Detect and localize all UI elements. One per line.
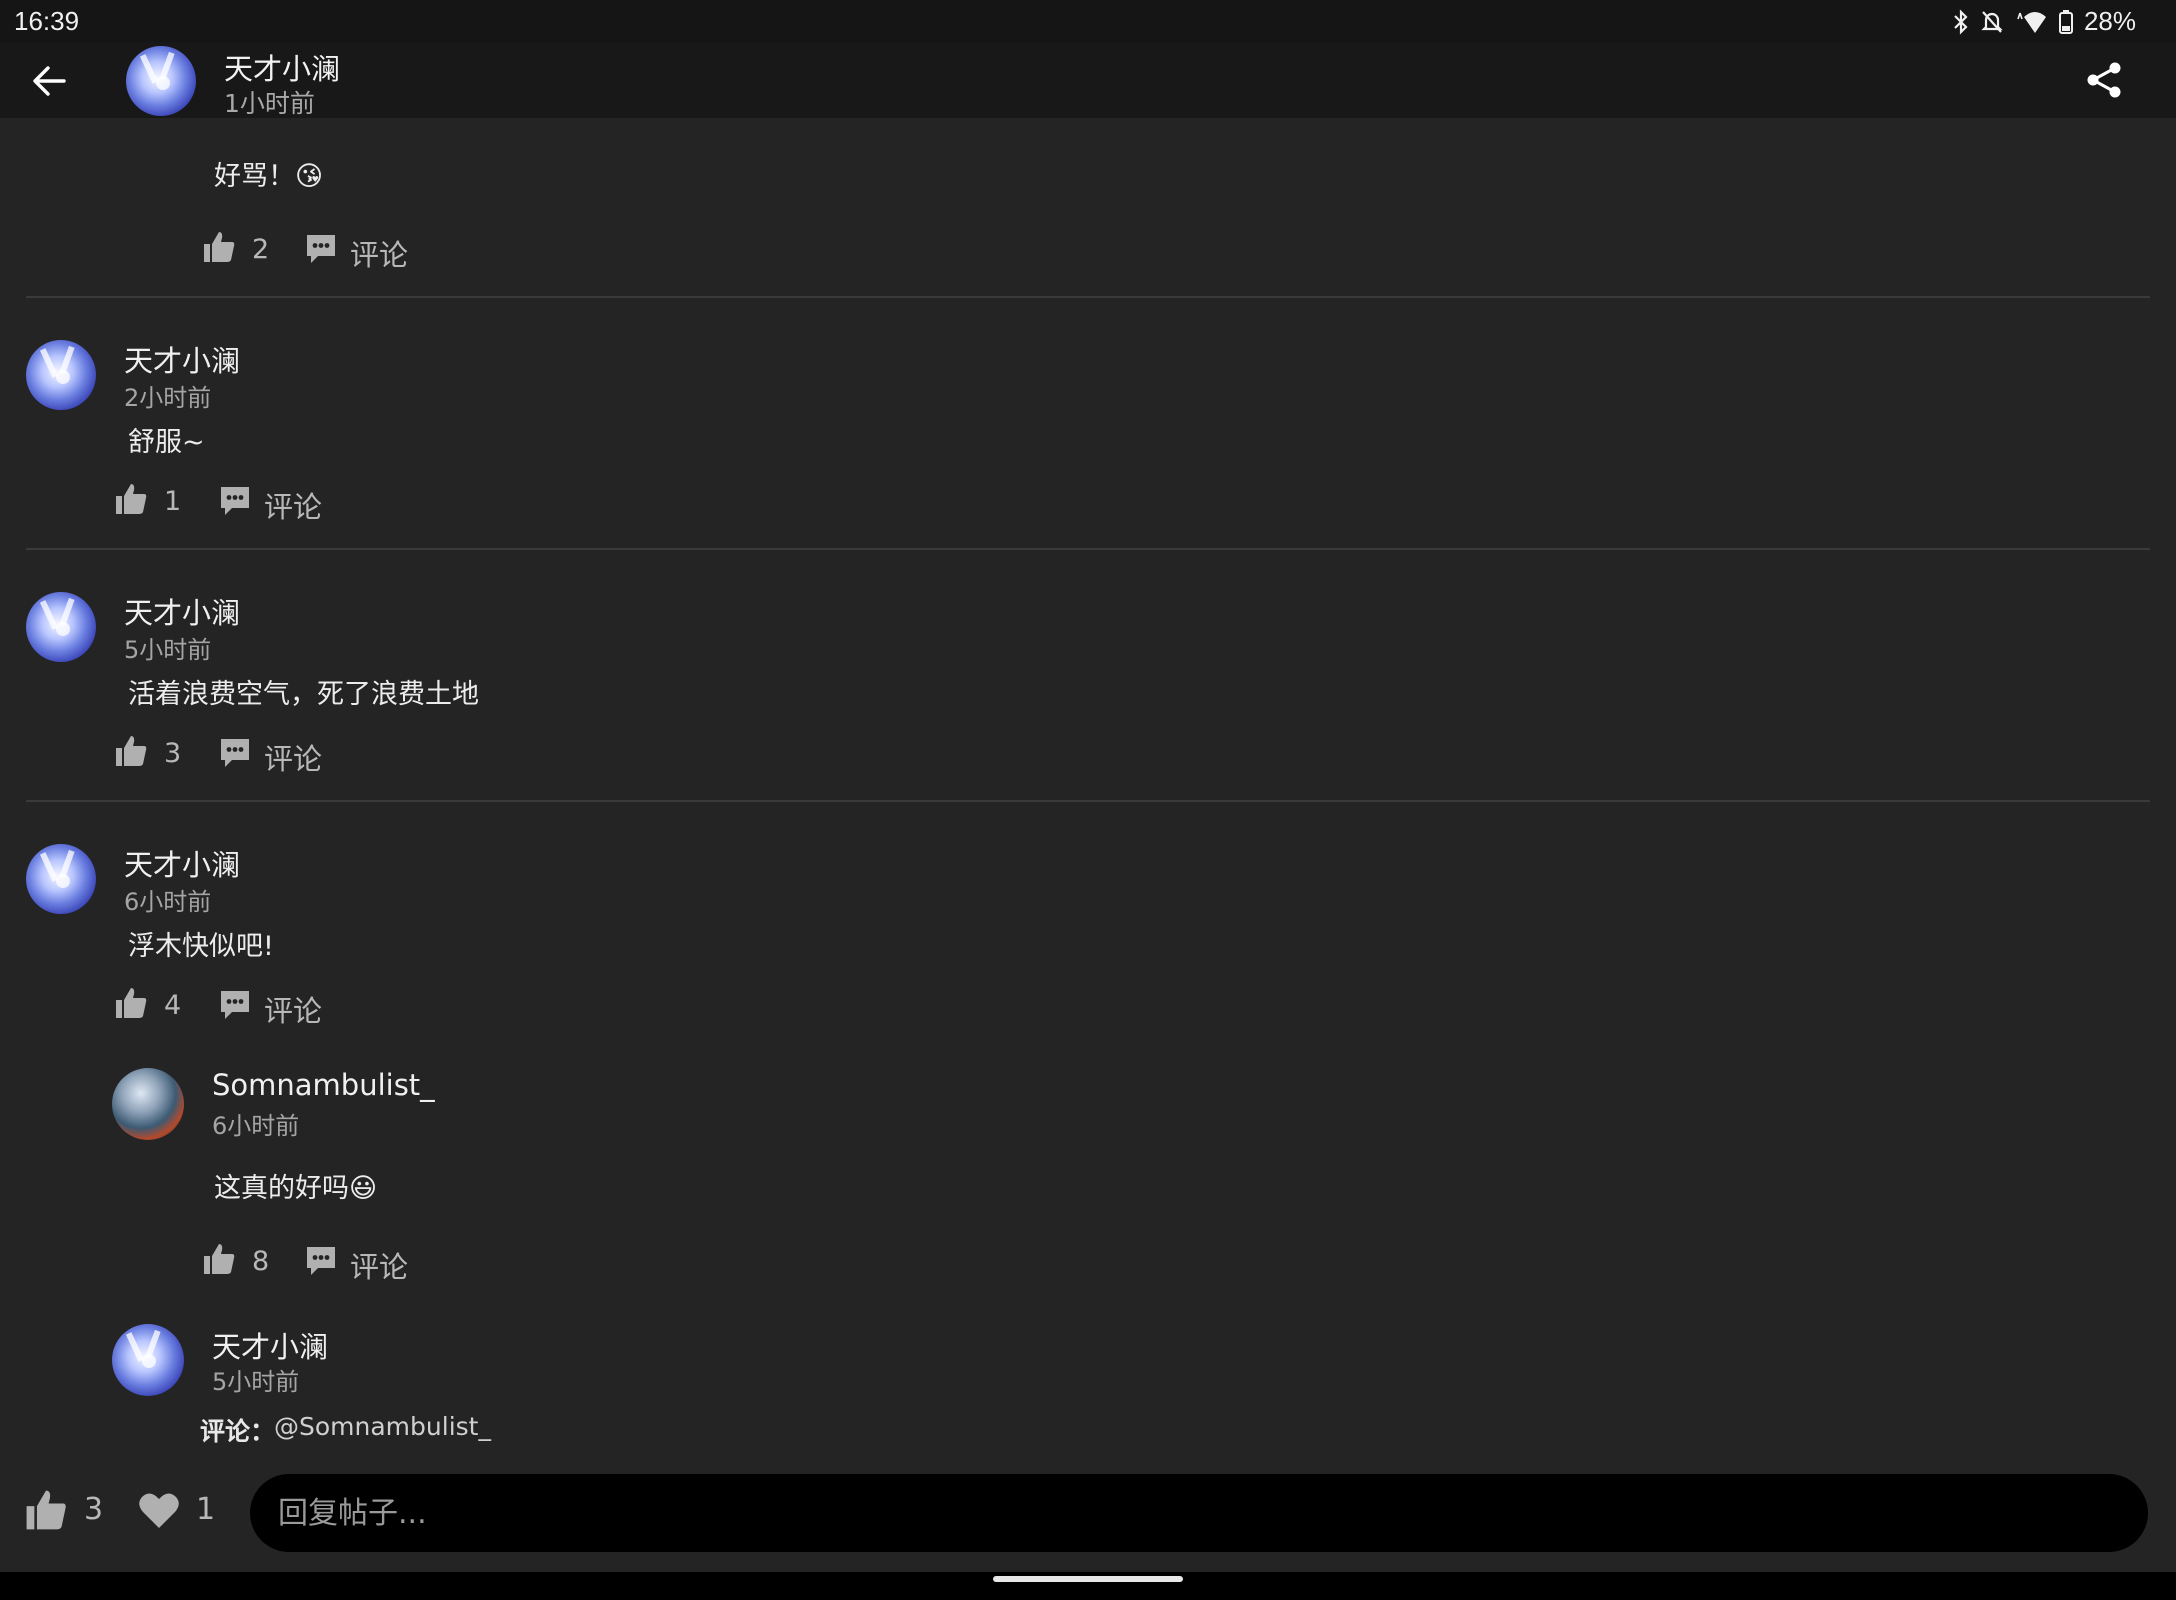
navigation-bar: [0, 1572, 2176, 1600]
comment-button[interactable]: 评论: [350, 232, 408, 274]
thumbs-up-icon[interactable]: [114, 986, 148, 1020]
heart-icon[interactable]: [138, 1490, 180, 1530]
thumbs-up-icon[interactable]: [202, 230, 236, 264]
comment-time: 2小时前: [124, 384, 212, 412]
divider: [26, 296, 2150, 298]
post-time: 1小时前: [224, 89, 315, 118]
comment-button[interactable]: 评论: [264, 988, 322, 1030]
like-count: 2: [252, 234, 270, 265]
like-count: 1: [164, 486, 182, 517]
home-handle[interactable]: [993, 1576, 1183, 1582]
arrow-left-icon[interactable]: [28, 60, 70, 102]
status-time: 16:39: [14, 6, 80, 36]
comment-author[interactable]: 天才小澜: [124, 590, 240, 632]
comment-button[interactable]: 评论: [264, 484, 322, 526]
comment-icon[interactable]: [218, 484, 252, 518]
avatar[interactable]: [126, 46, 196, 116]
like-count: 3: [164, 738, 182, 769]
reply-time: 5小时前: [212, 1368, 300, 1396]
avatar[interactable]: [112, 1324, 184, 1396]
comment-feed[interactable]: 好骂！😘 2 评论 天才小澜 2小时前 舒服~ 1 评论 天才小澜 5小时前 活…: [0, 118, 2176, 1472]
thumbs-up-icon[interactable]: [24, 1488, 68, 1532]
comment-time: 6小时前: [124, 888, 212, 916]
battery-icon: [2058, 9, 2073, 34]
battery-percent: 28%: [2083, 6, 2136, 36]
status-bar: 16:39 28%: [0, 0, 2176, 42]
bottom-bar: 3 1: [0, 1472, 2176, 1572]
comment-body: 浮木快似吧!: [128, 931, 274, 962]
thumbs-up-icon[interactable]: [202, 1242, 236, 1276]
avatar[interactable]: [26, 592, 96, 662]
comment-button[interactable]: 评论: [264, 736, 322, 778]
comment-author[interactable]: 天才小澜: [124, 842, 240, 884]
app-bar: 天才小澜 1小时前: [0, 42, 2176, 118]
avatar[interactable]: [112, 1068, 184, 1140]
share-icon[interactable]: [2084, 60, 2124, 100]
reply-box[interactable]: [250, 1474, 2148, 1552]
post-like-count: 3: [84, 1492, 104, 1527]
wifi-icon: [2017, 11, 2046, 33]
like-count: 8: [252, 1246, 270, 1277]
thumbs-up-icon[interactable]: [114, 482, 148, 516]
post-author[interactable]: 天才小澜: [224, 46, 340, 88]
reply-author[interactable]: Somnambulist_: [212, 1068, 435, 1102]
reply-mention[interactable]: @Somnambulist_: [274, 1412, 491, 1441]
comment-icon[interactable]: [218, 736, 252, 770]
like-count: 4: [164, 990, 182, 1021]
status-icons: 28%: [1952, 6, 2136, 37]
reply-prefix: 评论：: [200, 1417, 276, 1446]
reply-input[interactable]: [278, 1484, 2098, 1542]
post-heart-count: 1: [196, 1492, 216, 1527]
comment-icon[interactable]: [304, 232, 338, 266]
comment-button[interactable]: 评论: [350, 1244, 408, 1286]
comment-body: 好骂！😘: [214, 161, 324, 192]
reply-time: 6小时前: [212, 1112, 300, 1140]
comment-icon[interactable]: [218, 988, 252, 1022]
avatar[interactable]: [26, 844, 96, 914]
comment-icon[interactable]: [304, 1244, 338, 1278]
reply-body: 这真的好吗😃: [214, 1173, 378, 1204]
divider: [26, 548, 2150, 550]
comment-author[interactable]: 天才小澜: [124, 338, 240, 380]
comment-body: 活着浪费空气，死了浪费土地: [128, 679, 479, 710]
avatar[interactable]: [26, 340, 96, 410]
silent-icon: [1981, 10, 2003, 33]
comment-time: 5小时前: [124, 636, 212, 664]
reply-author[interactable]: 天才小澜: [212, 1324, 328, 1366]
divider: [26, 800, 2150, 802]
bluetooth-icon: [1954, 8, 1968, 35]
comment-body: 舒服~: [128, 427, 205, 458]
thumbs-up-icon[interactable]: [114, 734, 148, 768]
